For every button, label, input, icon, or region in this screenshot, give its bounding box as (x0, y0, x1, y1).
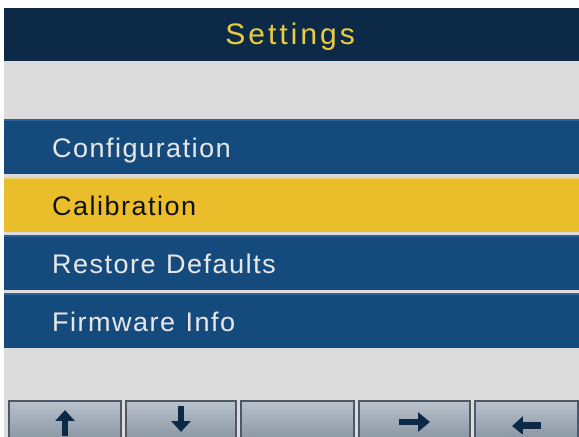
softkey-back[interactable] (474, 400, 579, 437)
back-arrow-icon (511, 416, 541, 435)
softkey-down[interactable] (125, 400, 237, 437)
softkey-right[interactable] (358, 400, 471, 437)
page-title: Settings (4, 8, 579, 61)
menu-item-configuration[interactable]: Configuration (4, 119, 579, 174)
menu-item-calibration[interactable]: Calibration (4, 177, 579, 232)
right-arrow-icon (398, 412, 430, 432)
softkey-bar (4, 400, 579, 437)
menu-item-restore-defaults[interactable]: Restore Defaults (4, 235, 579, 290)
softkey-blank[interactable] (240, 400, 355, 437)
softkey-up[interactable] (8, 400, 122, 437)
menu-item-firmware-info[interactable]: Firmware Info (4, 293, 579, 348)
device-screen: Settings Configuration Calibration Resto… (4, 8, 579, 437)
blank-row (4, 61, 579, 117)
down-arrow-icon (171, 406, 191, 432)
up-arrow-icon (55, 410, 75, 436)
